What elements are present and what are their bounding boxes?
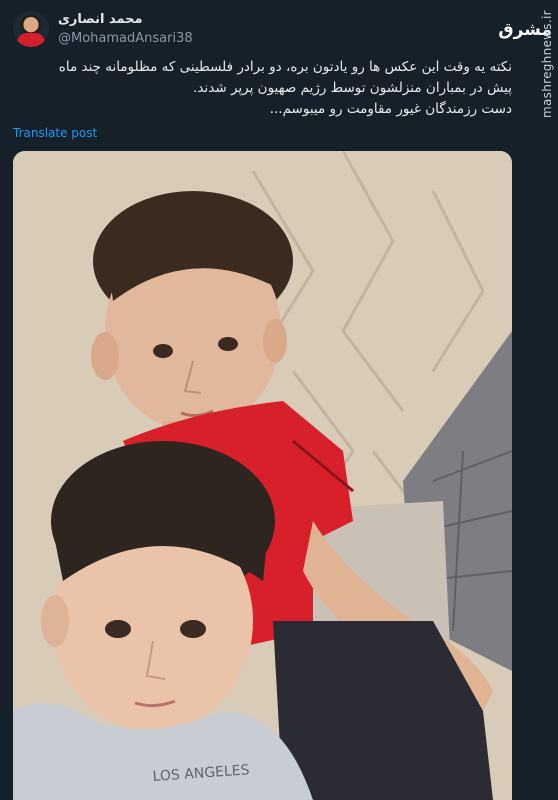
user-handle[interactable]: @MohamadAnsari38 [58,31,193,46]
brand-sidebar [530,0,558,800]
display-name[interactable]: محمد انصاری [58,12,143,27]
tweet-text-line: نکته یه وقت این عکس ها رو یادتون بره، دو… [58,59,512,75]
watermark-text: mashreghnews.ir [540,10,554,118]
tweet-text-line: پیش در بمباران منزلشون توسط رژیم صهیون پ… [193,80,512,96]
tweet-photo[interactable]: LOS ANGELES [13,151,512,800]
photo-illustration: LOS ANGELES [13,151,512,800]
tweet-card: محمد انصاری @MohamadAnsari38 نکته یه وقت… [0,0,530,800]
translate-post-link[interactable]: Translate post [13,126,97,140]
avatar[interactable] [13,11,49,47]
tweet-text: نکته یه وقت این عکس ها رو یادتون بره، دو… [14,57,512,120]
tweet-text-line: دست رزمندگان غیور مقاومت رو میبوسم... [269,101,512,117]
